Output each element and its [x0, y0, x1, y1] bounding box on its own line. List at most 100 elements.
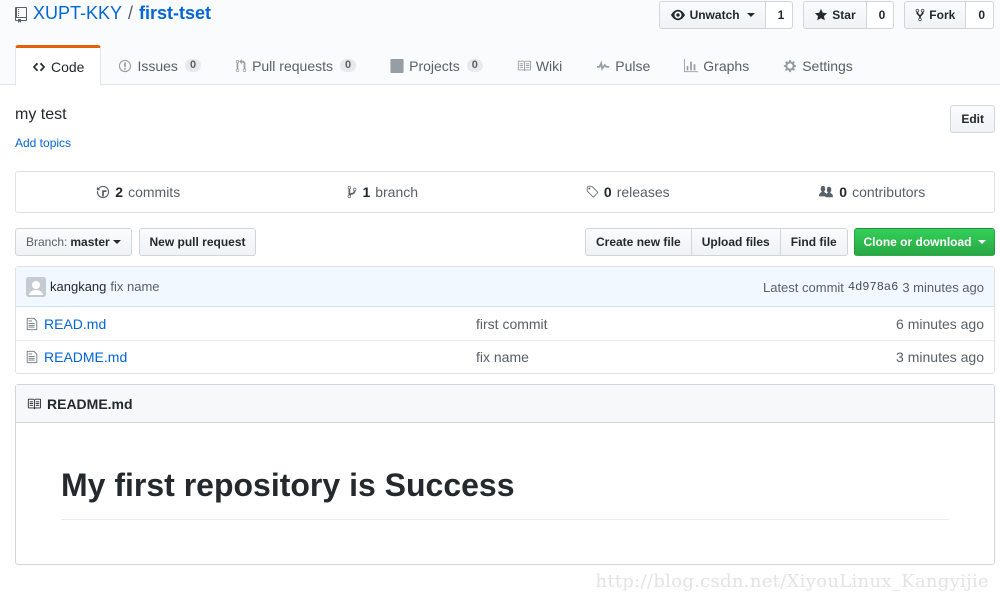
- tag-icon: [586, 185, 599, 198]
- repo-icon: [15, 6, 27, 23]
- pulls-counter: 0: [340, 59, 357, 72]
- repo-description: my test: [15, 106, 67, 123]
- tab-pulse-label: Pulse: [615, 57, 651, 74]
- tab-settings-label: Settings: [802, 57, 853, 74]
- commits-link[interactable]: 2 commits: [16, 172, 261, 212]
- caret-down-icon: [977, 240, 986, 244]
- contributors-label: contributors: [852, 184, 926, 200]
- stars-count[interactable]: 0: [866, 1, 895, 29]
- eye-icon: [670, 9, 685, 21]
- file-age: 3 minutes ago: [896, 349, 984, 365]
- fork-icon: [915, 8, 925, 22]
- tab-settings[interactable]: Settings: [766, 45, 870, 85]
- commits-label: commits: [128, 184, 181, 200]
- file-commit-message-link[interactable]: first commit: [476, 316, 548, 332]
- tab-pulse[interactable]: Pulse: [579, 45, 667, 85]
- tab-pull-requests[interactable]: Pull requests 0: [218, 45, 373, 85]
- git-branch-icon: [348, 185, 357, 199]
- find-file-button[interactable]: Find file: [779, 228, 848, 256]
- tab-graphs[interactable]: Graphs: [667, 45, 766, 85]
- project-icon: [390, 58, 404, 73]
- projects-counter: 0: [466, 59, 483, 72]
- tab-projects-label: Projects: [409, 57, 460, 74]
- code-icon: [32, 62, 46, 72]
- star-group: Star 0: [803, 1, 895, 29]
- watermark: http://blog.csdn.net/XiyouLinux_Kangyiji…: [595, 571, 989, 592]
- user-avatar-icon: [26, 276, 46, 297]
- file-commit-message-link[interactable]: fix name: [476, 349, 529, 365]
- repo-nav: Code Issues 0 Pull requests 0 Projects 0…: [15, 45, 870, 86]
- path-separator: /: [128, 3, 134, 23]
- tab-wiki[interactable]: Wiki: [500, 45, 579, 85]
- avatar[interactable]: [26, 276, 46, 297]
- file-navigation: Branch: master New pull request Create n…: [15, 228, 995, 256]
- commit-author-link[interactable]: kangkang: [50, 279, 106, 294]
- table-row: README.md fix name 3 minutes ago: [16, 340, 994, 373]
- latest-commit-info: Latest commit 4d978a6 3 minutes ago: [763, 267, 984, 307]
- releases-count: 0: [603, 184, 612, 200]
- branches-link[interactable]: 1 branch: [261, 172, 506, 212]
- repo-title: XUPT-KKY / first-tset: [15, 3, 211, 24]
- caret-down-icon: [112, 240, 121, 244]
- watchers-count[interactable]: 1: [765, 1, 794, 29]
- commit-message-link[interactable]: fix name: [110, 279, 159, 294]
- forks-count[interactable]: 0: [966, 1, 994, 29]
- file-text-icon: [26, 317, 38, 330]
- tab-pull-requests-label: Pull requests: [252, 57, 333, 74]
- add-topics-link[interactable]: Add topics: [15, 136, 71, 150]
- commit-sha-link[interactable]: 4d978a6: [848, 280, 898, 294]
- star-button[interactable]: Star: [803, 1, 867, 29]
- table-row: READ.md first commit 6 minutes ago: [16, 307, 994, 340]
- tab-issues-label: Issues: [137, 57, 178, 74]
- clone-label: Clone or download: [863, 235, 972, 249]
- history-icon: [97, 185, 110, 199]
- releases-link[interactable]: 0 releases: [505, 172, 750, 212]
- fork-button[interactable]: Fork: [904, 1, 967, 29]
- branch-label: Branch:: [26, 235, 68, 249]
- contributors-count: 0: [839, 184, 848, 200]
- pulse-icon: [597, 59, 610, 71]
- organization-icon: [819, 185, 834, 198]
- tab-code[interactable]: Code: [15, 45, 102, 86]
- readme-heading: My first repository is Success: [61, 465, 949, 520]
- repo-name-link[interactable]: first-tset: [139, 3, 211, 24]
- releases-label: releases: [616, 184, 670, 200]
- clone-or-download-button[interactable]: Clone or download: [854, 228, 995, 256]
- issue-opened-icon: [119, 59, 132, 72]
- tab-wiki-label: Wiki: [535, 57, 563, 74]
- star-icon: [815, 8, 828, 21]
- graph-icon: [684, 58, 699, 72]
- tab-graphs-label: Graphs: [703, 57, 750, 74]
- branches-label: branch: [375, 184, 419, 200]
- gear-icon: [784, 59, 797, 72]
- readme-header: README.md: [16, 385, 994, 423]
- caret-down-icon: [746, 13, 755, 17]
- repo-owner-link[interactable]: XUPT-KKY: [33, 3, 122, 24]
- book-icon: [517, 60, 531, 71]
- file-text-icon: [26, 350, 38, 364]
- edit-description-button[interactable]: Edit: [950, 105, 995, 133]
- upload-files-button[interactable]: Upload files: [690, 228, 781, 256]
- tab-issues[interactable]: Issues 0: [101, 45, 218, 85]
- watch-group: Unwatch 1: [658, 1, 794, 29]
- file-name-link[interactable]: READ.md: [44, 316, 106, 332]
- file-name-link[interactable]: README.md: [44, 349, 127, 365]
- tab-code-label: Code: [51, 59, 85, 75]
- commit-tease: kangkang fix name Latest commit 4d978a6 …: [16, 267, 994, 307]
- fork-group: Fork 0: [904, 1, 994, 29]
- new-pull-request-button[interactable]: New pull request: [139, 228, 256, 256]
- file-age: 6 minutes ago: [896, 315, 984, 332]
- unwatch-button[interactable]: Unwatch: [658, 1, 766, 29]
- branches-count: 1: [362, 184, 371, 200]
- readme-title: README.md: [47, 395, 133, 412]
- create-new-file-button[interactable]: Create new file: [585, 228, 692, 256]
- readme-content: My first repository is Success: [16, 423, 994, 520]
- branch-select-button[interactable]: Branch: master: [15, 228, 132, 256]
- branch-value: master: [70, 235, 110, 249]
- issues-counter: 0: [184, 59, 202, 72]
- latest-commit-label: Latest commit: [762, 279, 844, 295]
- contributors-link[interactable]: 0 contributors: [750, 172, 995, 212]
- repo-actions: Unwatch 1 Star 0 Fork 0: [658, 1, 994, 29]
- tab-projects[interactable]: Projects 0: [373, 45, 500, 85]
- book-icon: [27, 398, 41, 409]
